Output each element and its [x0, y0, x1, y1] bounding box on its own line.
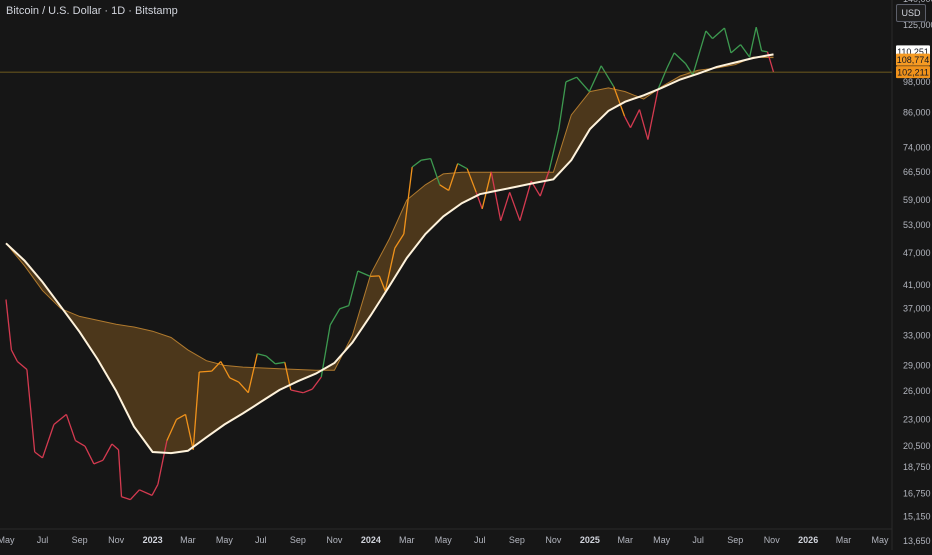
x-tick-label: Sep: [509, 535, 525, 545]
chart[interactable]: 140,000125,00098,00086,00074,00066,50059…: [0, 0, 932, 550]
x-tick-label: Nov: [764, 535, 781, 545]
y-tick-label: 33,000: [903, 330, 931, 340]
y-tick-label: 20,500: [903, 441, 931, 451]
y-tick-label: 29,000: [903, 360, 931, 370]
x-tick-label: Nov: [326, 535, 343, 545]
price-labels: 110,251108,774102,211: [896, 45, 930, 79]
y-tick-label: 16,750: [903, 488, 931, 498]
y-tick-label: 26,000: [903, 386, 931, 396]
y-tick-label: 66,500: [903, 167, 931, 177]
y-tick-label: 86,000: [903, 107, 931, 117]
x-tick-label: Mar: [836, 535, 852, 545]
x-tick-label: May: [0, 535, 15, 545]
price-label-text: 102,211: [897, 68, 929, 78]
x-tick-label: Jul: [255, 535, 267, 545]
y-tick-label: 47,000: [903, 248, 931, 258]
x-tick-label: May: [216, 535, 234, 545]
x-tick-label: May: [653, 535, 671, 545]
symbol-title: Bitcoin / U.S. Dollar · 1D · Bitstamp: [6, 5, 178, 17]
x-tick-label: Mar: [399, 535, 415, 545]
x-tick-label: Sep: [72, 535, 88, 545]
x-tick-label: 2024: [361, 535, 381, 545]
x-tick-label: Jul: [474, 535, 486, 545]
x-tick-label: Nov: [545, 535, 562, 545]
x-tick-label: Jul: [692, 535, 704, 545]
x-tick-label: May: [435, 535, 453, 545]
price-segment: [370, 275, 380, 278]
y-tick-label: 98,000: [903, 77, 931, 87]
chart-background: [0, 0, 932, 550]
x-tick-label: 2023: [143, 535, 163, 545]
x-tick-label: May: [871, 535, 889, 545]
y-tick-label: 53,000: [903, 220, 931, 230]
y-tick-label: 23,000: [903, 414, 931, 424]
y-tick-label: 15,150: [903, 512, 931, 522]
x-tick-label: Nov: [108, 535, 125, 545]
x-tick-label: Mar: [180, 535, 196, 545]
x-tick-label: 2025: [580, 535, 600, 545]
y-tick-label: 41,000: [903, 280, 931, 290]
y-tick-label: 18,750: [903, 462, 931, 472]
y-tick-label: 37,000: [903, 304, 931, 314]
x-tick-label: Mar: [617, 535, 633, 545]
price-segment: [199, 370, 212, 373]
y-tick-label: 74,000: [903, 142, 931, 152]
y-tick-label: 59,000: [903, 195, 931, 205]
currency-button[interactable]: USD: [896, 4, 926, 22]
price-label-text: 108,774: [897, 55, 930, 65]
x-tick-label: 2026: [798, 535, 818, 545]
x-tick-label: Sep: [290, 535, 306, 545]
y-tick-label: 13,650: [903, 536, 931, 546]
x-tick-label: Sep: [727, 535, 743, 545]
chart-canvas[interactable]: 140,000125,00098,00086,00074,00066,50059…: [0, 0, 932, 550]
x-tick-label: Jul: [37, 535, 49, 545]
